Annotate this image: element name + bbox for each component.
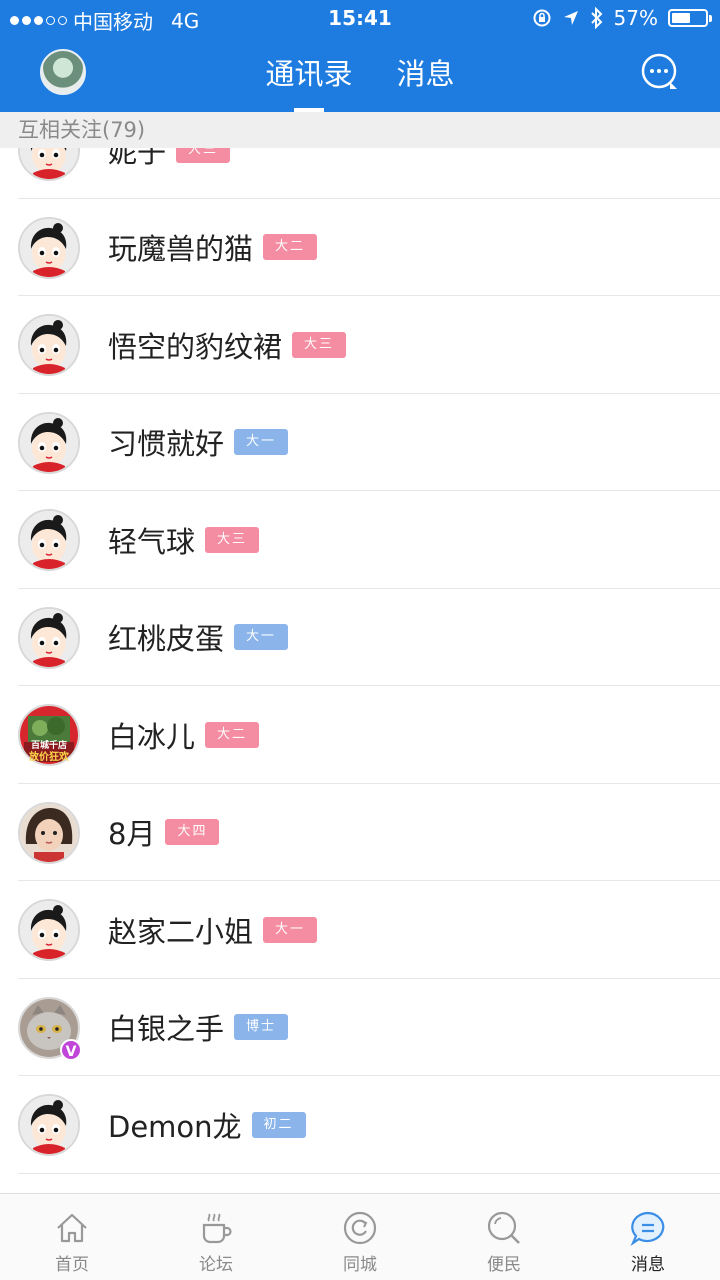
contact-info: Demon龙 初二 bbox=[108, 1076, 306, 1173]
contact-avatar[interactable] bbox=[18, 606, 80, 669]
tab-messages[interactable]: 消息 bbox=[397, 36, 455, 112]
contact-info: 白银之手 博士 bbox=[108, 979, 289, 1076]
header: 通讯录 消息 bbox=[0, 36, 720, 112]
contact-avatar[interactable] bbox=[18, 314, 80, 376]
contact-info: 习惯就好 大一 bbox=[108, 394, 289, 491]
contact-row[interactable]: 赵家二小姐 大一 bbox=[0, 881, 720, 979]
contact-row[interactable]: V 白银之手 博士 bbox=[0, 979, 720, 1077]
avatar-promo-text: 百城千店 bbox=[30, 741, 67, 751]
contact-row[interactable]: 悟空的豹纹裙 大三 bbox=[0, 296, 720, 394]
contact-info: 红桃皮蛋 大一 bbox=[108, 589, 289, 686]
contact-name: 轻气球 bbox=[108, 524, 196, 559]
contact-name: 8月 bbox=[108, 817, 156, 851]
contact-name: 妮子 bbox=[108, 148, 167, 169]
battery-icon bbox=[668, 9, 712, 27]
contact-name: 悟空的豹纹裙 bbox=[108, 329, 283, 364]
coffee-icon bbox=[202, 1213, 232, 1244]
bluetooth-icon bbox=[590, 7, 602, 29]
contact-row[interactable]: 玩魔兽的猫 大二 bbox=[0, 199, 720, 297]
home-icon bbox=[57, 1213, 87, 1243]
contact-row[interactable]: 轻气球 大三 bbox=[0, 491, 720, 589]
location-arrow-icon bbox=[563, 11, 578, 25]
status-right: 57% bbox=[532, 6, 712, 30]
contact-row[interactable]: 红桃皮蛋 大一 bbox=[0, 589, 720, 687]
tabbar-item-home[interactable]: 首页 bbox=[0, 1194, 144, 1280]
tab-contacts[interactable]: 通讯录 bbox=[265, 36, 352, 112]
tabbar-label-city: 同城 bbox=[343, 1255, 377, 1275]
grade-badge: 大二 bbox=[205, 721, 260, 748]
tabbar-label-home: 首页 bbox=[55, 1255, 89, 1275]
grade-badge: 大三 bbox=[176, 148, 231, 163]
section-header: 互相关注(79) bbox=[0, 112, 720, 148]
contact-avatar[interactable]: 百城千店 放价狂欢 bbox=[18, 704, 80, 766]
contact-name: Demon龙 bbox=[108, 1109, 242, 1144]
chat-bubble-icon[interactable] bbox=[640, 52, 680, 92]
contact-info: 白冰儿 大二 bbox=[108, 686, 260, 783]
grade-badge: 博士 bbox=[234, 1014, 289, 1040]
contact-info: 玩魔兽的猫 大二 bbox=[108, 199, 318, 296]
contact-row[interactable]: 百城千店 放价狂欢 白冰儿 大二 bbox=[0, 686, 720, 784]
tabbar-label-messages: 消息 bbox=[631, 1255, 665, 1275]
contact-avatar[interactable] bbox=[18, 801, 80, 864]
tabbar-item-city[interactable]: 同城 bbox=[288, 1194, 432, 1280]
contact-info: 赵家二小姐 大一 bbox=[108, 881, 318, 978]
status-bar: 中国移动 4G 15:41 57% bbox=[0, 0, 720, 36]
contact-avatar[interactable] bbox=[18, 1094, 80, 1156]
contact-avatar[interactable] bbox=[18, 509, 80, 571]
header-tabs: 通讯录 消息 bbox=[0, 36, 720, 112]
contact-name: 习惯就好 bbox=[108, 427, 225, 461]
grade-badge: 大一 bbox=[263, 916, 318, 943]
contact-avatar[interactable] bbox=[18, 148, 80, 181]
contact-row[interactable]: Demon龙 初二 bbox=[0, 1076, 720, 1174]
battery-percent: 57% bbox=[613, 6, 658, 30]
tabbar-label-service: 便民 bbox=[487, 1255, 521, 1275]
refresh-icon bbox=[343, 1211, 377, 1245]
contact-avatar[interactable] bbox=[18, 216, 80, 279]
grade-badge: 大四 bbox=[165, 819, 220, 845]
grade-badge: 大一 bbox=[234, 429, 289, 455]
contact-info: 轻气球 大三 bbox=[108, 491, 260, 588]
contact-info: 妮子 大三 bbox=[108, 148, 231, 198]
contact-row[interactable]: 习惯就好 大一 bbox=[0, 394, 720, 492]
contact-name: 红桃皮蛋 bbox=[108, 622, 225, 656]
search-icon bbox=[487, 1211, 520, 1244]
contact-name: 玩魔兽的猫 bbox=[108, 232, 254, 266]
grade-badge: 大三 bbox=[205, 526, 260, 553]
grade-badge: 大三 bbox=[292, 331, 347, 358]
verified-badge-icon: V bbox=[60, 1038, 82, 1061]
contact-name: 白银之手 bbox=[108, 1012, 225, 1046]
tabbar-item-forum[interactable]: 论坛 bbox=[144, 1194, 288, 1280]
tabbar-item-service[interactable]: 便民 bbox=[432, 1194, 576, 1280]
bottom-tabbar: 首页 论坛 同城 便民 消息 bbox=[0, 1193, 720, 1280]
grade-badge: 大一 bbox=[234, 624, 289, 650]
grade-badge: 大二 bbox=[263, 234, 318, 260]
contact-row[interactable]: 妮子 大三 bbox=[0, 148, 720, 199]
contact-info: 8月 大四 bbox=[108, 784, 220, 881]
tabbar-label-forum: 论坛 bbox=[199, 1255, 233, 1275]
contact-avatar[interactable]: V bbox=[18, 996, 82, 1061]
contact-name: 白冰儿 bbox=[108, 719, 196, 754]
grade-badge: 初二 bbox=[251, 1111, 306, 1138]
message-icon bbox=[630, 1211, 665, 1246]
contact-avatar[interactable] bbox=[18, 899, 80, 961]
contact-name: 赵家二小姐 bbox=[108, 914, 254, 949]
contact-info: 悟空的豹纹裙 大三 bbox=[108, 296, 347, 393]
rotation-lock-icon bbox=[533, 9, 551, 27]
contact-avatar[interactable] bbox=[18, 411, 80, 474]
contact-list[interactable]: 妮子 大三 玩魔兽的猫 大二 悟空的豹纹裙 大三 习惯就好 大一 轻气球 大三 红桃皮蛋 大一 百城千店… bbox=[0, 148, 720, 1193]
contact-row[interactable]: 8月 大四 bbox=[0, 784, 720, 882]
avatar-promo-text: 放价狂欢 bbox=[29, 752, 69, 763]
tabbar-item-messages[interactable]: 消息 bbox=[576, 1194, 720, 1280]
